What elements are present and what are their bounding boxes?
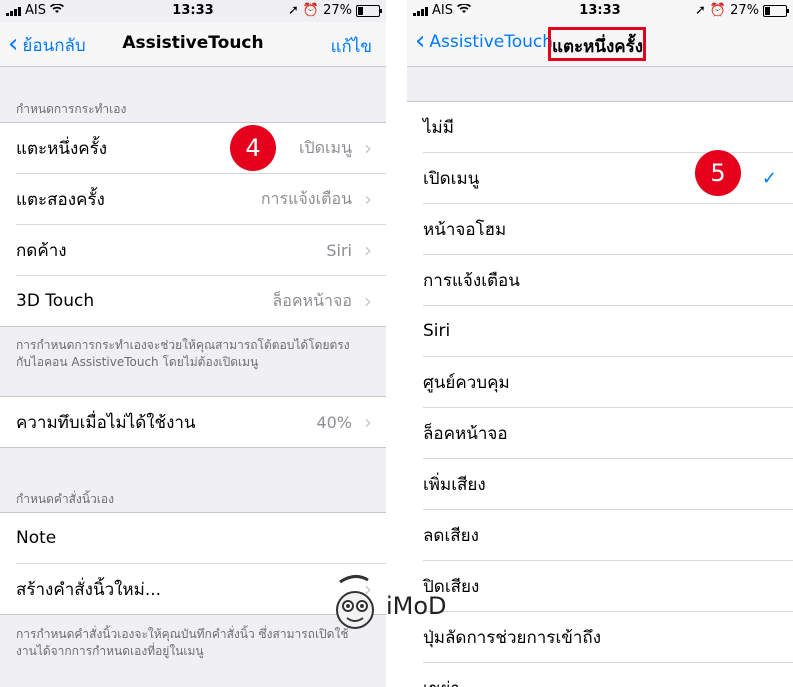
custom-gestures-footer: การกำหนดคำสั่งนิ้วเองจะให้คุณบันทึกคำสั่… xyxy=(16,627,349,658)
alarm-icon: ⏰ xyxy=(709,3,727,18)
row-label: กดค้าง xyxy=(16,240,67,261)
option-home-screen[interactable]: หน้าจอโฮม xyxy=(423,204,793,255)
navigation-bar: ‹ ย้อนกลับ AssistiveTouch แก้ไข xyxy=(0,22,386,67)
row-value: การแจ้งเตือน xyxy=(260,188,352,208)
opacity-group: ความทึบเมื่อไม่ได้ใช้งาน 40% › xyxy=(0,396,386,448)
back-button[interactable]: ‹ AssistiveTouch xyxy=(415,25,554,56)
row-label: ความทึบเมื่อไม่ได้ใช้งาน xyxy=(16,412,196,433)
section-header-custom-gestures: กำหนดคำสั่งนิ้วเอง xyxy=(16,492,114,506)
option-volume-down[interactable]: ลดเสียง xyxy=(423,510,793,561)
navigation-bar: ‹ AssistiveTouch แตะหนึ่งครั้ง xyxy=(407,22,793,67)
row-value: ล็อคหน้าจอ xyxy=(272,290,352,310)
custom-gestures-group: Note สร้างคำสั่งนิ้วใหม่... › xyxy=(0,512,386,615)
alarm-icon: ⏰ xyxy=(302,3,320,18)
chevron-right-icon: › xyxy=(364,410,372,434)
title-highlight-box xyxy=(548,27,646,61)
row-label: Note xyxy=(16,528,57,548)
battery-icon xyxy=(356,4,382,17)
row-label: สร้างคำสั่งนิ้วใหม่... xyxy=(16,579,162,600)
row-value: 40% xyxy=(316,412,352,432)
row-value: เปิดเมนู xyxy=(299,137,352,157)
checkmark-icon: ✓ xyxy=(761,167,777,189)
action-single-tap[interactable]: แตะหนึ่งครั้ง เปิดเมนู › xyxy=(16,123,386,174)
option-control-center[interactable]: ศูนย์ควบคุม xyxy=(423,357,793,408)
chevron-right-icon: › xyxy=(364,238,372,262)
option-lock-screen[interactable]: ล็อคหน้าจอ xyxy=(423,408,793,459)
location-icon: ➚ xyxy=(695,3,706,18)
chevron-right-icon: › xyxy=(364,289,372,313)
custom-actions-group: แตะหนึ่งครั้ง เปิดเมนู › แตะสองครั้ง การ… xyxy=(0,122,386,327)
status-bar: AIS 13:33 ➚ ⏰ 27% xyxy=(0,0,386,22)
list-top-spacer xyxy=(407,67,793,101)
action-long-press[interactable]: กดค้าง Siri › xyxy=(16,225,386,276)
row-label: แตะสองครั้ง xyxy=(16,189,105,210)
left-screen: AIS 13:33 ➚ ⏰ 27% ‹ ย้อนกลับ AssistiveTo… xyxy=(0,0,386,687)
chevron-left-icon: ‹ xyxy=(415,25,426,56)
option-shake[interactable]: เขย่า xyxy=(423,663,793,687)
step-badge-4: 4 xyxy=(230,125,276,171)
logo-text: iMoD xyxy=(386,592,447,620)
monkey-logo-icon xyxy=(330,572,380,640)
status-bar: AIS 13:33 ➚ ⏰ 27% xyxy=(407,0,793,22)
option-none[interactable]: ไม่มี xyxy=(423,102,793,153)
back-label: AssistiveTouch xyxy=(429,32,554,52)
row-value: Siri xyxy=(326,240,352,260)
edit-button[interactable]: แก้ไข xyxy=(331,33,372,60)
option-siri[interactable]: Siri xyxy=(423,306,793,357)
option-accessibility-shortcut[interactable]: ปุ่มลัดการช่วยการเข้าถึง xyxy=(423,612,793,663)
custom-actions-footer: การกำหนดการกระทำเองจะช่วยให้คุณสามารถโต้… xyxy=(16,338,350,369)
section-header-custom-actions: กำหนดการกระทำเอง xyxy=(16,102,127,116)
single-tap-options-list: ไม่มี เปิดเมนู ✓ หน้าจอโฮม การแจ้งเตือน S… xyxy=(407,101,793,687)
action-double-tap[interactable]: แตะสองครั้ง การแจ้งเตือน › xyxy=(16,174,386,225)
chevron-right-icon: › xyxy=(364,136,372,160)
row-label: แตะหนึ่งครั้ง xyxy=(16,138,108,159)
battery-icon xyxy=(763,4,789,17)
gesture-note[interactable]: Note xyxy=(16,513,386,564)
row-label: 3D Touch xyxy=(16,291,95,311)
imod-logo: iMoD xyxy=(330,572,447,640)
page-title: AssistiveTouch xyxy=(122,33,264,53)
option-notifications[interactable]: การแจ้งเตือน xyxy=(423,255,793,306)
battery-percent: 27% xyxy=(730,3,759,18)
option-mute[interactable]: ปิดเสียง xyxy=(423,561,793,612)
battery-percent: 27% xyxy=(323,3,352,18)
option-volume-up[interactable]: เพิ่มเสียง xyxy=(423,459,793,510)
location-icon: ➚ xyxy=(288,3,299,18)
chevron-right-icon: › xyxy=(364,187,372,211)
right-screen: AIS 13:33 ➚ ⏰ 27% ‹ AssistiveTouch แตะหน… xyxy=(407,0,793,687)
action-3d-touch[interactable]: 3D Touch ล็อคหน้าจอ › xyxy=(16,276,386,326)
step-badge-5: 5 xyxy=(695,150,741,196)
idle-opacity-row[interactable]: ความทึบเมื่อไม่ได้ใช้งาน 40% › xyxy=(16,397,386,447)
